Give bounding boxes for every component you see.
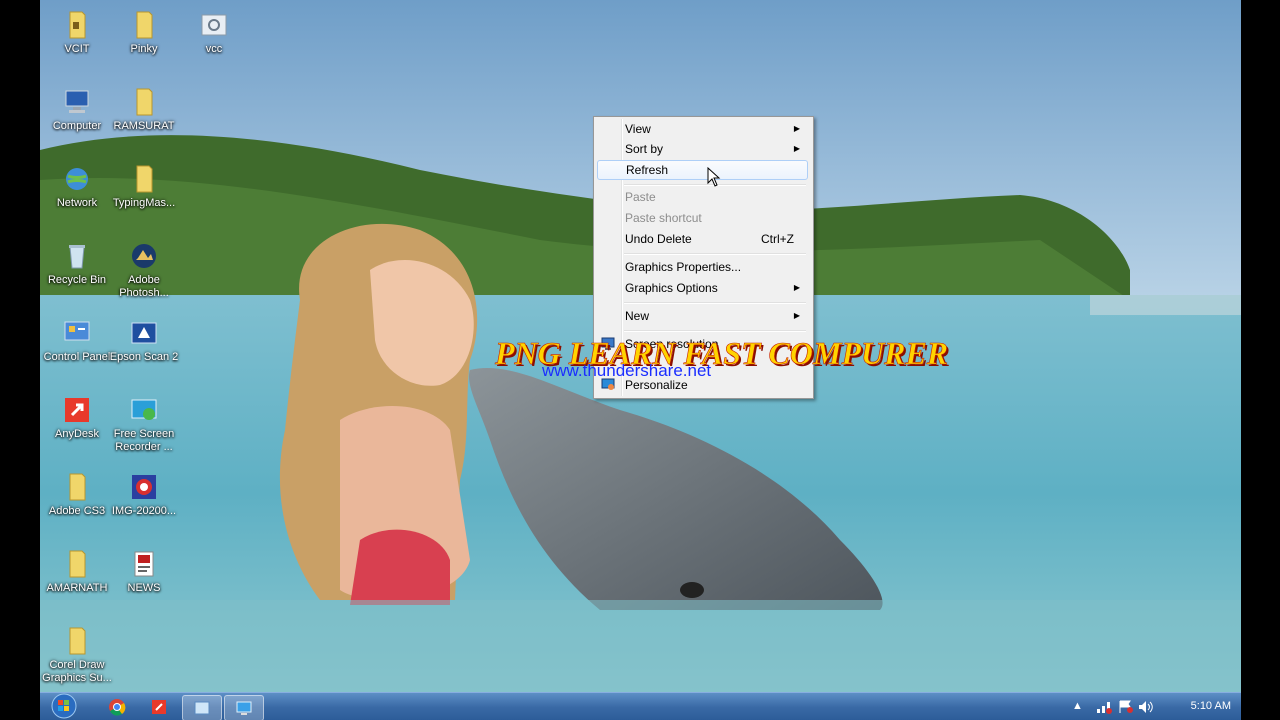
desktop-icon-corel-draw[interactable]: Corel Draw Graphics Su...: [40, 622, 114, 685]
menu-item-paste: Paste: [597, 187, 808, 207]
menu-item-label: Sort by: [625, 142, 664, 156]
file-icon: [201, 14, 227, 36]
menu-item-label: Undo Delete: [625, 232, 692, 246]
computer-icon: [65, 90, 89, 113]
desktop-icon-label: RAMSURAT: [113, 120, 175, 132]
start-button[interactable]: [46, 693, 82, 719]
mouse-cursor-icon: [707, 167, 721, 187]
folder-icon: [69, 11, 86, 39]
scanner-icon: [131, 322, 157, 344]
desktop-icon-label: AnyDesk: [54, 428, 100, 440]
start-orb-icon: [51, 693, 77, 719]
desktop-icon-typingmaster[interactable]: TypingMas...: [107, 160, 181, 210]
menu-separator: [624, 302, 806, 304]
menu-item-label: View: [625, 122, 651, 136]
submenu-arrow-icon: ▶: [793, 144, 800, 153]
taskbar: ▲ 5:10 AM: [40, 692, 1241, 720]
menu-item-graphics-properties[interactable]: Graphics Properties...: [597, 257, 808, 277]
desktop-icon-amarnath[interactable]: AMARNATH: [40, 545, 114, 595]
desktop-icon-control-panel[interactable]: Control Panel: [40, 314, 114, 364]
menu-item-new[interactable]: New ▶: [597, 306, 808, 326]
desktop-icon-free-screen-recorder[interactable]: Free Screen Recorder ...: [107, 391, 181, 454]
image-icon: [132, 475, 156, 499]
network-icon: [66, 168, 88, 190]
menu-item-graphics-options[interactable]: Graphics Options ▶: [597, 278, 808, 298]
document-icon: [134, 551, 154, 577]
desktop-icon-computer[interactable]: Computer: [40, 83, 114, 133]
control-panel-icon: [64, 321, 90, 341]
anydesk-icon: [152, 700, 166, 714]
overlay-url: www.thundershare.net: [542, 361, 712, 380]
submenu-arrow-icon: ▶: [793, 311, 800, 320]
menu-item-label: Paste: [625, 190, 656, 204]
submenu-arrow-icon: ▶: [793, 124, 800, 133]
folder-icon: [136, 11, 153, 39]
menu-item-label: Graphics Properties...: [625, 260, 742, 274]
shortcut-label: Ctrl+Z: [761, 232, 794, 246]
taskbar-explorer[interactable]: [182, 695, 222, 720]
desktop-icon-label: Adobe Photosh...: [119, 274, 169, 299]
desktop-icon-label: Corel Draw Graphics Su...: [42, 659, 112, 684]
submenu-arrow-icon: ▶: [793, 283, 800, 292]
desktop-icon-label: Adobe CS3: [48, 505, 106, 517]
desktop-icon-network[interactable]: Network: [40, 160, 114, 210]
chrome-icon: [109, 699, 126, 716]
desktop-icon-vcc[interactable]: vcc: [177, 6, 251, 56]
desktop-icon-label: NEWS: [127, 582, 161, 594]
desktop-icon-label: Pinky: [130, 43, 158, 55]
desktop-icon-pinky[interactable]: Pinky: [107, 6, 181, 56]
menu-item-refresh[interactable]: Refresh: [597, 160, 808, 180]
desktop-icon-anydesk[interactable]: AnyDesk: [40, 391, 114, 441]
desktop-icon-photoshop[interactable]: Adobe Photosh...: [107, 237, 181, 300]
desktop-icon-news[interactable]: NEWS: [107, 545, 181, 595]
screen-recorder-icon: [131, 399, 157, 420]
desktop-icon-label: Control Panel: [43, 351, 111, 363]
network-status-icon[interactable]: [1096, 700, 1112, 714]
menu-separator: [624, 330, 806, 332]
menu-item-view[interactable]: View ▶: [597, 119, 808, 139]
desktop-icon-label: VCIT: [64, 43, 90, 55]
folder-icon: [136, 165, 153, 193]
desktop-icon-label: Epson Scan 2: [109, 351, 179, 363]
folder-icon: [69, 627, 86, 655]
desktop-icon-label: Network: [56, 197, 98, 209]
menu-item-label: New: [625, 309, 650, 323]
desktop-icon-ramsurat[interactable]: RAMSURAT: [107, 83, 181, 133]
show-hidden-icons-arrow-icon[interactable]: ▲: [1072, 700, 1083, 712]
desktop-icon-label: Computer: [52, 120, 102, 132]
desktop-icon-label: IMG-20200...: [111, 505, 177, 517]
folder-icon: [136, 88, 153, 116]
desktop-icon-img[interactable]: IMG-20200...: [107, 468, 181, 518]
taskbar-remote-desktop[interactable]: [224, 695, 264, 720]
menu-item-label: Graphics Options: [625, 281, 718, 295]
desktop-screen: VCIT Pinky vcc Computer RAMSURAT Network…: [40, 0, 1241, 720]
desktop-icon-label: Recycle Bin: [47, 274, 107, 286]
menu-item-undo-delete[interactable]: Undo Delete Ctrl+Z: [597, 229, 808, 249]
photoshop-icon: [132, 244, 156, 268]
desktop-icon-label: TypingMas...: [112, 197, 176, 209]
explorer-icon: [194, 701, 210, 715]
recycle-bin-icon: [69, 245, 85, 269]
desktop-icon-recycle-bin[interactable]: Recycle Bin: [40, 237, 114, 287]
volume-icon[interactable]: [1138, 700, 1154, 714]
desktop-icon-label: AMARNATH: [46, 582, 108, 594]
taskbar-clock[interactable]: 5:10 AM: [1191, 700, 1231, 712]
menu-item-paste-shortcut: Paste shortcut: [597, 208, 808, 228]
taskbar-chrome[interactable]: [98, 695, 136, 719]
remote-desktop-icon: [236, 701, 252, 715]
desktop-icon-vcit[interactable]: VCIT: [40, 6, 114, 56]
menu-item-label: Paste shortcut: [625, 211, 702, 225]
desktop-icon-label: Free Screen Recorder ...: [113, 428, 175, 453]
folder-icon: [69, 473, 86, 501]
action-center-flag-icon[interactable]: [1118, 700, 1134, 714]
desktop-icon-label: vcc: [205, 43, 223, 55]
desktop-icon-adobe-cs3[interactable]: Adobe CS3: [40, 468, 114, 518]
menu-separator: [624, 253, 806, 255]
desktop-icon-epson-scan[interactable]: Epson Scan 2: [107, 314, 181, 364]
menu-item-sort-by[interactable]: Sort by ▶: [597, 139, 808, 159]
menu-item-label: Refresh: [626, 163, 669, 177]
taskbar-anydesk[interactable]: [140, 695, 178, 719]
folder-icon: [69, 550, 86, 578]
anydesk-icon: [65, 398, 89, 422]
